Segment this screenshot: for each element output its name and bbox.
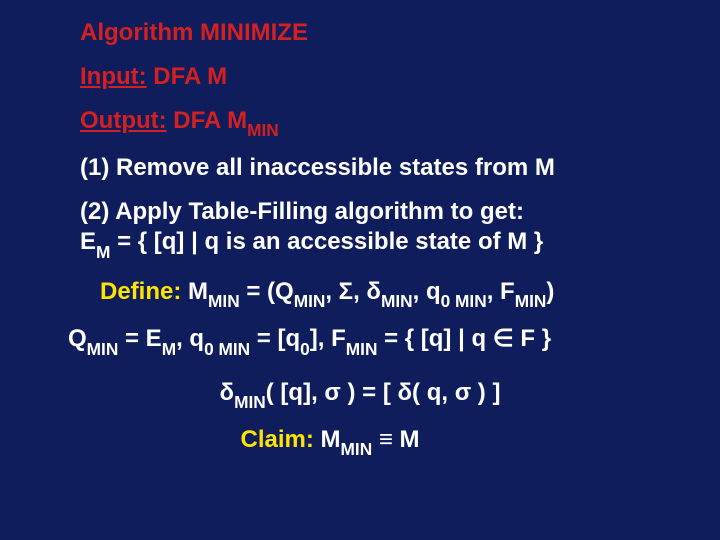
output-text-pre: DFA M <box>167 107 247 134</box>
def-s3: MIN <box>381 291 413 311</box>
q-s5: MIN <box>346 339 378 359</box>
define-label: Define: <box>100 278 181 305</box>
qmin-line: QMIN = EM, q0 MIN = [q0], FMIN = { [q] |… <box>0 324 720 357</box>
def-s1: MIN <box>208 291 240 311</box>
step2-sub: M <box>96 242 110 262</box>
claim-label: Claim: <box>240 426 313 453</box>
delta-sym: δ <box>220 379 235 406</box>
def-p2: = (Q <box>240 278 294 305</box>
step2-rest: = { [q] | q is an accessible state of M … <box>110 228 543 255</box>
input-line: Input: DFA M <box>0 62 720 92</box>
q-s1: MIN <box>87 339 119 359</box>
def-p1: M <box>181 278 208 305</box>
def-p5: , F <box>487 278 515 305</box>
def-s5: MIN <box>515 291 547 311</box>
def-s2: MIN <box>294 291 326 311</box>
define-body: MMIN = (QMIN, Σ, δMIN, q0 MIN, FMIN) <box>181 278 554 305</box>
input-label: Input: <box>80 63 147 90</box>
q-p1: Q <box>68 325 87 352</box>
output-line: Output: DFA MMIN <box>0 106 720 139</box>
delta-sub: MIN <box>234 392 266 412</box>
step2-line1: (2) Apply Table-Filling algorithm to get… <box>80 198 524 225</box>
q-p2: = E <box>118 325 161 352</box>
input-text: DFA M <box>147 63 227 90</box>
claim-p1: M <box>314 426 341 453</box>
claim-p2: ≡ M <box>372 426 419 453</box>
claim-body: MMIN ≡ M <box>314 426 420 453</box>
q-p3: , q <box>176 325 204 352</box>
delta-line: δMIN( [q], σ ) = [ δ( q, σ ) ] <box>0 378 720 411</box>
q-p5: ], F <box>310 325 346 352</box>
def-s4: 0 MIN <box>441 291 487 311</box>
claim-s1: MIN <box>341 439 373 459</box>
q-p6: = { [q] | q ∈ F } <box>377 325 551 352</box>
def-p6: ) <box>546 278 554 305</box>
algorithm-title: Algorithm MINIMIZE <box>0 18 720 48</box>
define-line: Define: MMIN = (QMIN, Σ, δMIN, q0 MIN, F… <box>0 277 720 310</box>
q-s3: 0 MIN <box>204 339 250 359</box>
q-s4: 0 <box>300 339 310 359</box>
output-label: Output: <box>80 107 167 134</box>
q-s2: M <box>162 339 176 359</box>
step2-e: E <box>80 228 96 255</box>
q-p4: = [q <box>250 325 300 352</box>
def-p3: , Σ, δ <box>325 278 381 305</box>
delta-rest: ( [q], σ ) = [ δ( q, σ ) ] <box>266 379 501 406</box>
step-1: (1) Remove all inaccessible states from … <box>0 153 720 183</box>
step-2: (2) Apply Table-Filling algorithm to get… <box>0 197 720 260</box>
output-sub: MIN <box>247 120 279 140</box>
claim-line: Claim: MMIN ≡ M <box>0 425 720 458</box>
def-p4: , q <box>413 278 441 305</box>
